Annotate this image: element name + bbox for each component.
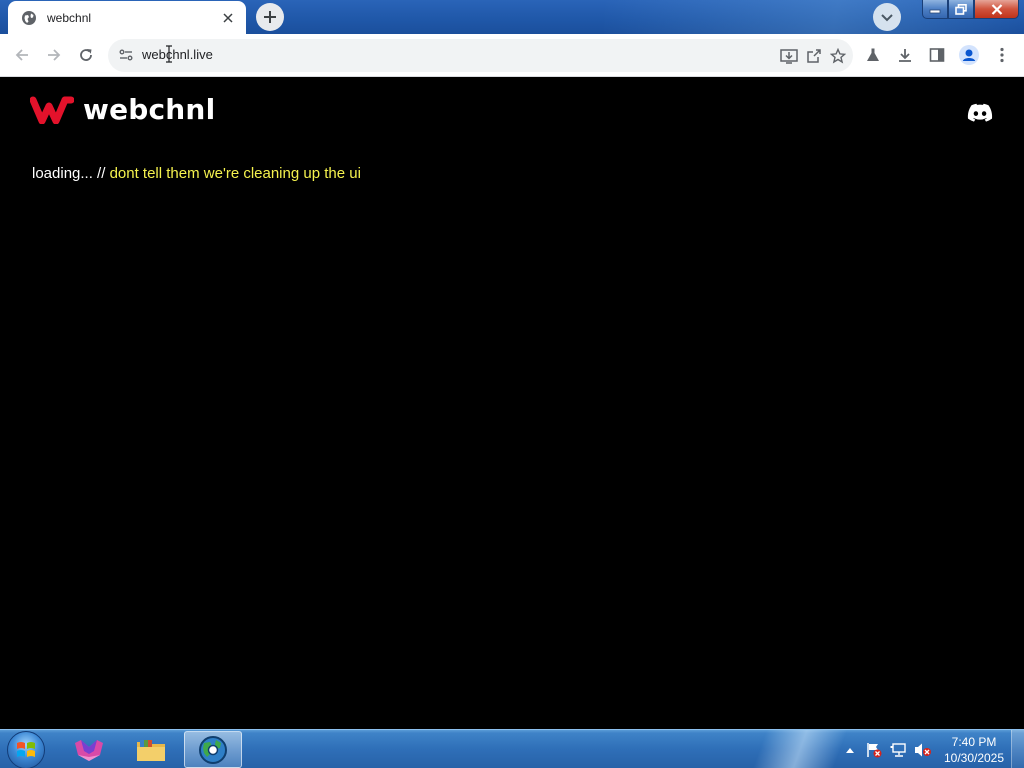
start-button[interactable]: [7, 731, 45, 768]
tray-show-hidden-icon[interactable]: [846, 730, 854, 768]
bookmark-star-icon[interactable]: [827, 45, 849, 67]
reload-button[interactable]: [75, 44, 97, 66]
network-icon[interactable]: [890, 730, 908, 768]
colorful-app-icon: [75, 739, 103, 761]
url-input[interactable]: [142, 47, 742, 62]
profile-avatar-icon[interactable]: [958, 44, 980, 66]
show-desktop-button[interactable]: [1011, 730, 1024, 768]
taskbar-file-explorer[interactable]: [122, 731, 180, 768]
reload-icon: [80, 49, 92, 61]
chevron-down-icon: [881, 14, 893, 22]
browser-globe-icon: [199, 735, 227, 764]
page-content: webchnl loading... // dont tell them we'…: [0, 78, 1024, 729]
site-logo[interactable]: webchnl: [30, 96, 215, 124]
action-center-flag-icon[interactable]: [866, 730, 882, 768]
minimize-button[interactable]: [922, 0, 948, 19]
webchnl-logo-mark-icon: [30, 96, 74, 124]
minimize-icon: [929, 9, 941, 14]
address-bar[interactable]: [108, 39, 853, 72]
volume-muted-icon[interactable]: [914, 730, 932, 768]
site-info-icon[interactable]: [118, 47, 134, 63]
taskbar-browser-active[interactable]: [184, 731, 242, 768]
close-icon: [991, 3, 1002, 15]
globe-icon: [21, 10, 37, 26]
clock-date: 10/30/2025: [943, 751, 1005, 765]
labs-flask-icon[interactable]: [862, 44, 884, 66]
loading-message: loading... // dont tell them we're clean…: [32, 165, 361, 182]
forward-button[interactable]: [43, 44, 65, 66]
taskbar-glow: [740, 730, 860, 768]
side-panel-icon[interactable]: [926, 44, 948, 66]
loading-prefix: loading... //: [32, 165, 110, 182]
discord-icon[interactable]: [967, 103, 993, 123]
restore-icon: [955, 3, 967, 15]
more-menu-icon[interactable]: [991, 44, 1013, 66]
arrow-right-icon: [48, 49, 61, 61]
loading-note: dont tell them we're cleaning up the ui: [109, 165, 361, 182]
clock-time: 7:40 PM: [951, 735, 997, 749]
taskbar-app-pinned[interactable]: [60, 731, 118, 768]
window-controls: [922, 0, 1019, 19]
taskbar: 7:40 PM 10/30/2025: [0, 729, 1024, 768]
tab-search-button[interactable]: [873, 3, 901, 31]
back-button[interactable]: [11, 44, 33, 66]
tab-title: webchnl: [47, 10, 92, 25]
share-icon[interactable]: [803, 45, 825, 67]
install-app-icon[interactable]: [778, 45, 800, 67]
close-window-button[interactable]: [974, 0, 1019, 19]
plus-icon: [264, 11, 276, 23]
logo-text: webchnl: [83, 93, 216, 126]
system-clock[interactable]: 7:40 PM 10/30/2025: [940, 734, 1008, 766]
download-icon[interactable]: [894, 44, 916, 66]
browser-toolbar: [0, 34, 1024, 77]
text-cursor-icon: [165, 45, 173, 68]
arrow-left-icon: [15, 49, 28, 61]
browser-tab[interactable]: webchnl: [8, 1, 246, 34]
windows-logo-icon: [17, 742, 35, 757]
tab-strip: webchnl: [0, 0, 1024, 34]
new-tab-button[interactable]: [256, 3, 284, 31]
folder-icon: [137, 739, 165, 761]
restore-button[interactable]: [948, 0, 974, 19]
close-tab-icon[interactable]: [220, 10, 236, 26]
